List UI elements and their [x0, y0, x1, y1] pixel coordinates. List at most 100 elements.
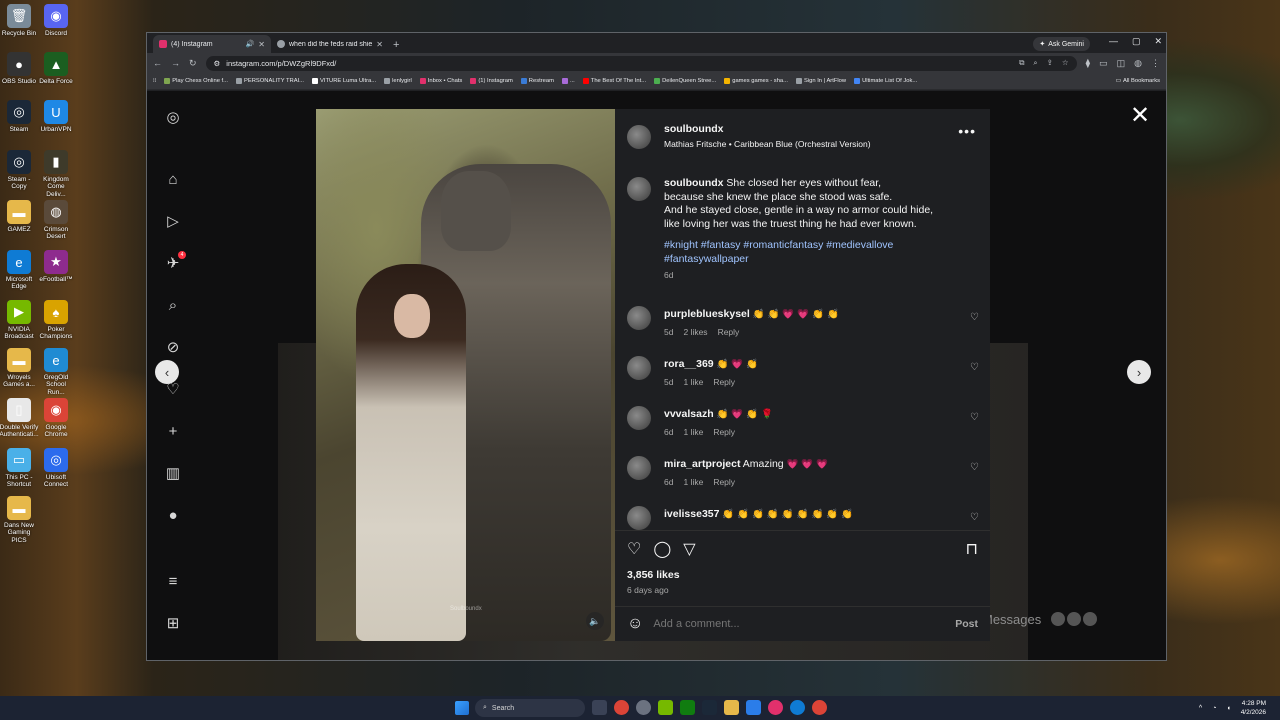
explore-icon[interactable]: ⊘ — [163, 337, 183, 357]
site-info-icon[interactable]: ⚙ — [214, 59, 221, 68]
commenter-username[interactable]: ivelisse357 — [664, 508, 719, 520]
comment-icon[interactable]: ◯ — [653, 539, 671, 559]
bookmark-item[interactable]: Restream — [520, 78, 554, 84]
bookmark-item[interactable]: (1) Instagram — [470, 78, 513, 84]
bookmark-item[interactable]: Sign In | ArtFlow — [795, 78, 846, 84]
start-button-icon[interactable] — [455, 701, 469, 715]
desktop-icon[interactable]: ▬ Wroyels Games a... — [0, 348, 38, 389]
bookmark-item[interactable]: DeilenQueen Stree... — [654, 78, 716, 84]
bookmark-item[interactable]: Inbox • Chats — [419, 78, 462, 84]
like-heart-icon[interactable]: ♡ — [627, 539, 641, 559]
close-modal-icon[interactable]: ✕ — [1130, 101, 1150, 130]
minimize-icon[interactable]: — — [1109, 36, 1118, 47]
desktop-icon[interactable]: ◍ Crimson Desert — [37, 200, 75, 241]
forward-icon[interactable]: → — [171, 58, 180, 68]
commenter-avatar[interactable] — [627, 306, 651, 330]
desktop-icon[interactable]: ▶ NVIDIA Broadcast — [0, 300, 38, 341]
desktop-icon[interactable]: ▯ Double Verify Authenticati... — [0, 398, 39, 439]
network-icon[interactable]: ◔ — [1212, 705, 1216, 712]
messages-icon[interactable]: ✈ 4 — [163, 251, 186, 273]
audio-track[interactable]: Mathias Fritsche • Caribbean Blue (Orche… — [664, 139, 871, 149]
browser-taskbar-icon[interactable] — [768, 700, 783, 715]
comment-like-heart-icon[interactable]: ♡ — [970, 312, 979, 323]
bookmark-item[interactable]: lenlygirl — [384, 78, 412, 84]
comment-likes[interactable]: 2 likes — [683, 327, 707, 337]
task-view-icon[interactable] — [592, 700, 607, 715]
more-menu-icon[interactable]: ≡ — [163, 571, 183, 591]
commenter-username[interactable]: purpleblueskysel — [664, 308, 750, 320]
close-tab-icon[interactable]: ✕ — [258, 40, 265, 49]
comment-input[interactable] — [653, 618, 946, 630]
store-taskbar-icon[interactable] — [746, 700, 761, 715]
bookmark-item[interactable]: Play Chess Online f... — [164, 78, 228, 84]
close-window-icon[interactable]: ✕ — [1154, 36, 1162, 47]
bookmark-item[interactable]: PERSONALITY TRAI... — [235, 78, 304, 84]
desktop-icon[interactable]: U UrbanVPN — [37, 100, 75, 133]
hashtags[interactable]: #knight #fantasy #romanticfantasy #medie… — [664, 239, 893, 251]
sidebar-icon[interactable]: ◫ — [1117, 58, 1126, 69]
commenter-username[interactable]: mira_artproject — [664, 458, 740, 470]
post-media[interactable]: Soulboundx 🔈 — [316, 109, 615, 641]
address-bar[interactable]: ⚙ instagram.com/p/DWZgRl9DFxd/ ⧉ ⌕ ⇪ ☆ — [205, 55, 1077, 71]
chrome2-taskbar-icon[interactable] — [812, 700, 827, 715]
zoom-icon[interactable]: ⌕ — [1033, 58, 1037, 68]
bookmark-item[interactable]: ... — [561, 78, 575, 84]
comment-likes[interactable]: 1 like — [683, 427, 703, 437]
desktop-icon[interactable]: ◎ Steam - Copy — [0, 150, 38, 191]
extensions-icon[interactable]: ⧫ — [1086, 58, 1090, 69]
caption-author-avatar[interactable] — [627, 177, 651, 201]
taskbar-search[interactable]: ⌕ Search — [475, 699, 585, 717]
install-icon[interactable]: ⧉ — [1019, 58, 1024, 68]
ask-gemini-button[interactable]: ✦ Ask Gemini — [1033, 37, 1090, 51]
caption-username[interactable]: soulboundx — [664, 177, 724, 189]
new-tab-button[interactable]: + — [393, 39, 399, 51]
profile-avatar-icon[interactable]: ● — [163, 505, 183, 525]
desktop-icon[interactable]: ● OBS Studio — [0, 52, 38, 85]
comment-like-heart-icon[interactable]: ♡ — [970, 412, 979, 423]
xbox-taskbar-icon[interactable] — [680, 700, 695, 715]
instagram-logo-icon[interactable]: ◎ — [163, 107, 183, 127]
share-icon[interactable]: ▽ — [683, 539, 695, 559]
desktop-icon[interactable]: ◉ Google Chrome — [37, 398, 75, 439]
comment-like-heart-icon[interactable]: ♡ — [970, 362, 979, 373]
share-icon[interactable]: ⇪ — [1047, 58, 1053, 68]
bookmark-item[interactable]: VITURE Luma Ultra... — [312, 78, 376, 84]
emoji-picker-icon[interactable]: ☺ — [627, 615, 643, 633]
search-icon[interactable]: ⌕ — [163, 295, 183, 315]
tab-instagram[interactable]: (4) Instagram 🔊 ✕ — [153, 35, 271, 53]
edge-taskbar-icon[interactable] — [790, 700, 805, 715]
reply-button[interactable]: Reply — [713, 477, 735, 487]
bookmark-item[interactable]: Ultimate List Of Jok... — [854, 78, 917, 84]
reload-icon[interactable]: ↻ — [189, 58, 197, 69]
comment-like-heart-icon[interactable]: ♡ — [970, 462, 979, 473]
clock[interactable]: 4:28 PM 4/2/2026 — [1241, 699, 1266, 717]
commenter-avatar[interactable] — [627, 456, 651, 480]
desktop-icon[interactable]: ♠ Poker Champions — [37, 300, 75, 341]
nvidia-taskbar-icon[interactable] — [658, 700, 673, 715]
save-bookmark-icon[interactable]: ⊓ — [966, 539, 978, 559]
hashtags[interactable]: #fantasywallpaper — [664, 253, 749, 265]
steam-taskbar-icon[interactable] — [702, 700, 717, 715]
bookmark-item[interactable]: games games - sha... — [724, 78, 788, 84]
reply-button[interactable]: Reply — [713, 427, 735, 437]
settings-taskbar-icon[interactable] — [636, 700, 651, 715]
bookmark-item[interactable]: The Best Of The Int... — [582, 78, 646, 84]
close-tab-icon[interactable]: ✕ — [376, 40, 383, 49]
commenter-avatar[interactable] — [627, 406, 651, 430]
tab-search-icon[interactable]: ▭ — [1099, 58, 1108, 69]
desktop-icon[interactable]: ▬ GAMEZ — [0, 200, 38, 233]
desktop-icon[interactable]: ◎ Ubisoft Connect — [37, 448, 75, 489]
create-icon[interactable]: + — [163, 421, 183, 441]
desktop-icon[interactable]: ▭ This PC - Shortcut — [0, 448, 38, 489]
profile-icon[interactable]: ◍ — [1134, 58, 1142, 69]
mute-icon[interactable]: 🔈 — [586, 612, 604, 630]
dashboard-icon[interactable]: ▥ — [163, 463, 183, 483]
also-from-meta-icon[interactable]: ⊞ — [163, 613, 183, 633]
like-count[interactable]: 3,856 likes — [627, 569, 680, 581]
speaker-icon[interactable]: 🔊 — [246, 40, 255, 48]
menu-icon[interactable]: ⋮ — [1151, 58, 1160, 69]
desktop-icon[interactable]: ★ eFootball™ — [37, 250, 75, 283]
desktop-icon[interactable]: e Microsoft Edge — [0, 250, 38, 291]
post-comment-button[interactable]: Post — [955, 618, 978, 630]
next-post-button[interactable]: › — [1127, 360, 1151, 384]
